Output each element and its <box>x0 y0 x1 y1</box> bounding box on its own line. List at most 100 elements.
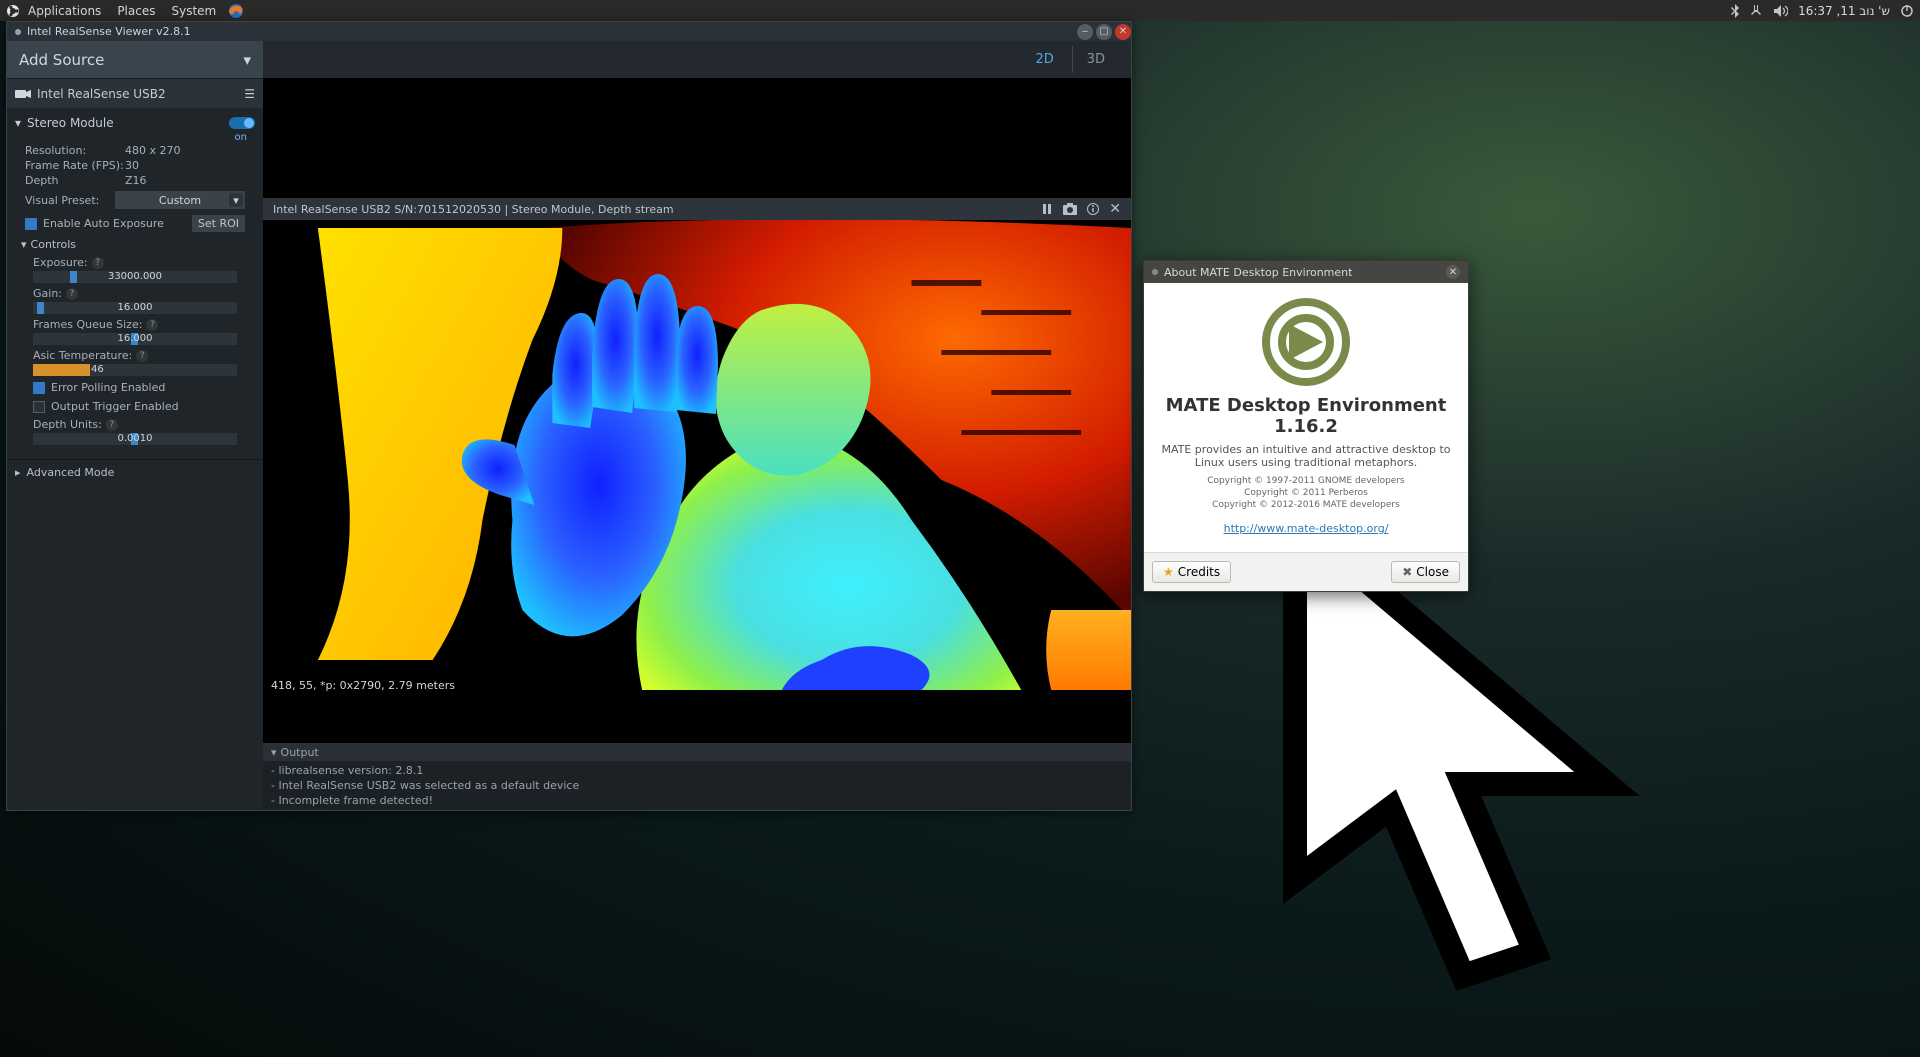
mouse-cursor-icon <box>1029 520 1897 1000</box>
visual-preset-value: Custom <box>159 194 201 207</box>
window-maximize-button[interactable]: ▢ <box>1096 24 1112 40</box>
window-title: Intel RealSense Viewer v2.8.1 <box>27 25 191 38</box>
visual-preset-label: Visual Preset: <box>25 194 115 207</box>
mate-about-dialog: About MATE Desktop Environment ✕ MATE De… <box>1143 260 1469 592</box>
chevron-down-icon: ▾ <box>243 51 251 69</box>
network-icon[interactable] <box>1750 5 1764 17</box>
window-indicator-icon <box>1152 269 1158 275</box>
add-source-dropdown[interactable]: Add Source ▾ <box>7 41 263 78</box>
exposure-value: 33000.000 <box>33 271 237 283</box>
view-toolbar: 2D 3D <box>263 41 1131 78</box>
output-line: - Incomplete frame detected! <box>271 793 1123 808</box>
device-row[interactable]: Intel RealSense USB2 ☰ <box>7 78 263 108</box>
window-close-button[interactable]: ✕ <box>1115 24 1131 40</box>
asic-temp-label: Asic Temperature: <box>33 349 132 362</box>
power-icon[interactable] <box>1900 4 1914 18</box>
mate-copyright-3: Copyright © 2012-2016 MATE developers <box>1156 499 1456 511</box>
menu-system[interactable]: System <box>163 4 224 18</box>
pause-icon[interactable] <box>1041 203 1053 215</box>
set-roi-button[interactable]: Set ROI <box>192 215 245 232</box>
module-name: Stereo Module <box>27 116 114 130</box>
error-polling-checkbox[interactable] <box>33 382 45 394</box>
fps-label: Frame Rate (FPS): <box>25 159 125 172</box>
clock-text[interactable]: 16:37 ,11 ש' נוב <box>1798 4 1890 18</box>
depth-value: Z16 <box>125 174 147 187</box>
controls-header[interactable]: ▾ Controls <box>15 235 255 254</box>
help-icon[interactable]: ? <box>146 319 158 331</box>
credits-button[interactable]: ★ Credits <box>1152 561 1231 583</box>
dialog-title: About MATE Desktop Environment <box>1164 266 1352 279</box>
close-stream-icon[interactable]: ✕ <box>1109 201 1121 217</box>
camera-icon <box>15 88 31 100</box>
dropdown-icon: ▾ <box>229 193 243 207</box>
close-icon: ✖ <box>1402 565 1412 579</box>
frames-queue-slider[interactable]: 16.000 <box>33 333 237 345</box>
dialog-close-icon[interactable]: ✕ <box>1446 265 1460 279</box>
gain-label: Gain: <box>33 287 62 300</box>
tab-2d[interactable]: 2D <box>1021 46 1067 73</box>
help-icon[interactable]: ? <box>66 288 78 300</box>
close-label: Close <box>1416 565 1449 579</box>
snapshot-icon[interactable] <box>1063 203 1077 215</box>
help-icon[interactable]: ? <box>92 257 104 269</box>
asic-temp-value: 46 <box>33 364 237 376</box>
visual-preset-select[interactable]: Custom ▾ <box>115 191 245 209</box>
depth-stream-image[interactable]: 418, 55, *p: 0x2790, 2.79 meters <box>263 220 1131 700</box>
dialog-titlebar[interactable]: About MATE Desktop Environment ✕ <box>1144 261 1468 283</box>
output-line: - librealsense version: 2.8.1 <box>271 763 1123 778</box>
stream-header-text: Intel RealSense USB2 S/N:701512020530 | … <box>273 203 674 216</box>
output-line: - Intel RealSense USB2 was selected as a… <box>271 778 1123 793</box>
menu-applications[interactable]: Applications <box>20 4 109 18</box>
module-switch[interactable] <box>229 117 255 129</box>
window-indicator-icon <box>15 29 21 35</box>
depth-label: Depth <box>25 174 125 187</box>
triangle-down-icon: ▾ <box>271 746 277 759</box>
tab-3d[interactable]: 3D <box>1072 46 1119 73</box>
triangle-right-icon: ▸ <box>15 466 21 479</box>
controls-label: Controls <box>31 238 77 251</box>
star-icon: ★ <box>1163 565 1174 579</box>
triangle-down-icon: ▾ <box>21 238 27 251</box>
output-trigger-checkbox[interactable] <box>33 401 45 413</box>
help-icon[interactable]: ? <box>136 350 148 362</box>
mate-url-link[interactable]: http://www.mate-desktop.org/ <box>1224 522 1389 535</box>
volume-icon[interactable] <box>1774 5 1788 17</box>
device-name: Intel RealSense USB2 <box>37 87 166 101</box>
output-header[interactable]: ▾ Output <box>263 743 1131 761</box>
firefox-launcher-icon[interactable] <box>224 3 248 19</box>
mate-copyright-1: Copyright © 1997-2011 GNOME developers <box>1156 475 1456 487</box>
exposure-slider[interactable]: 33000.000 <box>33 271 237 283</box>
frames-queue-value: 16.000 <box>33 333 237 345</box>
close-button[interactable]: ✖ Close <box>1391 561 1460 583</box>
output-trigger-label: Output Trigger Enabled <box>51 400 179 413</box>
resolution-value: 480 x 270 <box>125 144 181 157</box>
error-polling-label: Error Polling Enabled <box>51 381 165 394</box>
hamburger-icon[interactable]: ☰ <box>244 87 255 101</box>
help-icon[interactable]: ? <box>106 419 118 431</box>
bluetooth-icon[interactable] <box>1730 4 1740 18</box>
stream-cursor-readout: 418, 55, *p: 0x2790, 2.79 meters <box>271 679 455 692</box>
system-menu-bar: Applications Places System 16:37 ,11 ש' … <box>0 0 1920 21</box>
exposure-label: Exposure: <box>33 256 88 269</box>
module-header[interactable]: ▾ Stereo Module <box>15 112 255 134</box>
window-titlebar[interactable]: Intel RealSense Viewer v2.8.1 ‒ ▢ ✕ <box>7 22 1131 41</box>
output-pane: ▾ Output - librealsense version: 2.8.1 -… <box>263 743 1131 810</box>
auto-exposure-label: Enable Auto Exposure <box>43 217 164 230</box>
menu-places[interactable]: Places <box>109 4 163 18</box>
credits-label: Credits <box>1178 565 1220 579</box>
depth-units-value: 0.0010 <box>33 433 237 445</box>
depth-units-slider[interactable]: 0.0010 <box>33 433 237 445</box>
triangle-down-icon: ▾ <box>15 116 21 130</box>
asic-temp-slider[interactable]: 46 <box>33 364 237 376</box>
realsense-viewer-window: Intel RealSense Viewer v2.8.1 ‒ ▢ ✕ Add … <box>6 21 1132 811</box>
mate-copyright-2: Copyright © 2011 Perberos <box>1156 487 1456 499</box>
mate-heading: MATE Desktop Environment 1.16.2 <box>1156 395 1456 437</box>
gain-slider[interactable]: 16.000 <box>33 302 237 314</box>
viewport: 2D 3D Intel RealSense USB2 S/N:701512020… <box>263 41 1131 810</box>
add-source-label: Add Source <box>19 51 104 69</box>
advanced-mode-header[interactable]: ▸ Advanced Mode <box>7 459 263 485</box>
info-icon[interactable] <box>1087 203 1099 215</box>
auto-exposure-checkbox[interactable] <box>25 218 37 230</box>
window-minimize-button[interactable]: ‒ <box>1077 24 1093 40</box>
mate-description: MATE provides an intuitive and attractiv… <box>1156 443 1456 469</box>
